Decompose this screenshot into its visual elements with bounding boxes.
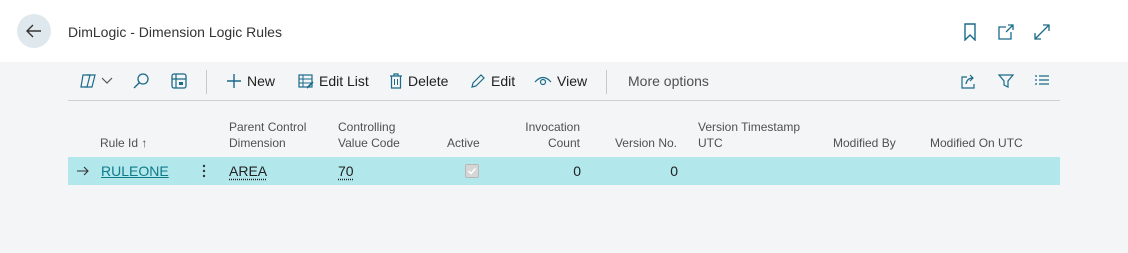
row-selected-arrow-icon [76, 157, 90, 185]
more-vertical-icon [202, 164, 206, 178]
action-toolbar: New Edit List Delete Edit View More opti… [68, 62, 1060, 101]
page-title: DimLogic - Dimension Logic Rules [68, 24, 282, 40]
bookmark-button[interactable] [960, 22, 980, 42]
edit-label: Edit [491, 73, 516, 89]
checkmark-icon [465, 164, 479, 178]
bookmark-icon [964, 23, 976, 41]
page-header: DimLogic - Dimension Logic Rules [0, 0, 1128, 62]
back-button[interactable] [17, 14, 51, 48]
column-header-invocation-count[interactable]: Invocation Count [500, 119, 580, 151]
search-icon [133, 73, 149, 89]
column-header-modified-by[interactable]: Modified By [833, 135, 896, 151]
more-options-button[interactable]: More options [628, 62, 709, 100]
open-new-window-icon [998, 24, 1014, 40]
analysis-icon [171, 73, 187, 89]
chevron-down-icon [101, 77, 113, 84]
share-icon [961, 74, 975, 89]
edit-list-button[interactable]: Edit List [298, 62, 369, 100]
expand-button[interactable] [1032, 22, 1052, 42]
view-button[interactable]: View [534, 62, 587, 100]
view-label: View [557, 73, 588, 89]
parent-control-dimension-value[interactable]: AREA [229, 157, 267, 185]
column-header-version-no[interactable]: Version No. [596, 135, 677, 151]
column-header-parent-control-dimension[interactable]: Parent Control Dimension [229, 119, 306, 151]
invocation-count-value: 0 [573, 163, 581, 179]
plus-icon [227, 74, 241, 88]
eye-icon [534, 76, 552, 86]
search-button[interactable] [132, 62, 150, 100]
table-row[interactable]: RULEONE AREA 70 0 0 [68, 157, 1060, 185]
share-button[interactable] [960, 62, 978, 100]
new-button[interactable]: New [226, 62, 275, 100]
back-arrow-icon [26, 24, 41, 38]
column-header-active[interactable]: Active [447, 135, 480, 151]
edit-list-icon [298, 74, 314, 89]
analysis-mode-button[interactable] [170, 62, 188, 100]
edit-button[interactable]: Edit [470, 62, 515, 100]
rule-id-link[interactable]: RULEONE [101, 157, 169, 185]
views-dropdown[interactable] [80, 62, 113, 100]
column-header-version-timestamp[interactable]: Version Timestamp UTC [698, 119, 800, 151]
filter-button[interactable] [998, 62, 1014, 100]
delete-button[interactable]: Delete [389, 62, 448, 100]
delete-label: Delete [408, 73, 449, 89]
version-no-value: 0 [670, 163, 678, 179]
content-area: New Edit List Delete Edit View More opti… [0, 62, 1128, 253]
edit-list-label: Edit List [319, 73, 369, 89]
expand-icon [1034, 24, 1050, 40]
column-header-rule-id[interactable]: Rule Id ↑ [100, 135, 147, 151]
list-view-button[interactable] [1034, 62, 1050, 100]
open-new-window-button[interactable] [996, 22, 1016, 42]
new-label: New [247, 73, 276, 89]
controlling-value-code-value[interactable]: 70 [338, 157, 354, 185]
more-options-label: More options [628, 73, 709, 89]
column-header-modified-on[interactable]: Modified On UTC [930, 135, 1023, 151]
delete-icon [390, 73, 402, 89]
active-checkbox[interactable] [465, 157, 479, 185]
column-header-controlling-value-code[interactable]: Controlling Value Code [338, 119, 400, 151]
views-icon [80, 74, 96, 88]
pencil-icon [471, 74, 485, 88]
filter-icon [998, 74, 1014, 88]
sort-ascending-icon: ↑ [141, 136, 148, 150]
list-icon [1035, 75, 1049, 85]
row-actions-button[interactable] [202, 157, 206, 185]
